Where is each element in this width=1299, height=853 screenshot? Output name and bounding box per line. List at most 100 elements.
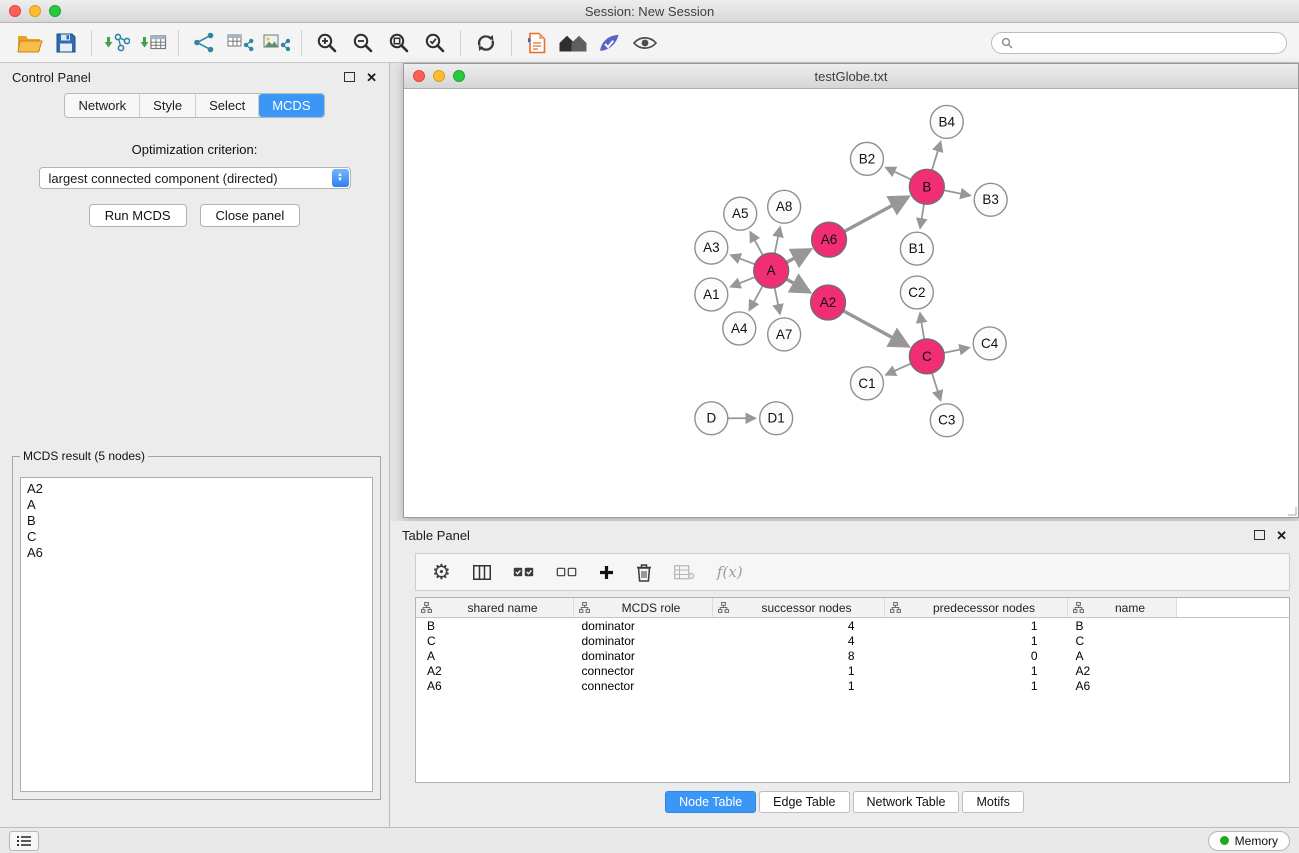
tab-edge-table[interactable]: Edge Table xyxy=(759,791,849,813)
mcds-result-item[interactable]: A2 xyxy=(27,481,366,497)
refresh-layout-button[interactable] xyxy=(468,27,504,59)
deselect-all-button[interactable] xyxy=(556,566,577,579)
optimization-criterion-select[interactable]: largest connected component (directed) ▲… xyxy=(39,167,351,189)
search-input[interactable] xyxy=(1018,35,1277,51)
search-box[interactable] xyxy=(991,32,1287,54)
mcds-result-item[interactable]: C xyxy=(27,529,366,545)
network-from-table-button[interactable] xyxy=(222,27,258,59)
network-graph: B4B2BB3A5A8A6B1A3AC2A1A2A4A7C4CC1C3DD1 xyxy=(404,89,1298,517)
node-table-row-A6[interactable]: A6connector11A6 xyxy=(416,678,1289,693)
graph-edge-A2-C[interactable] xyxy=(843,311,907,346)
mcds-result-item[interactable]: A6 xyxy=(27,545,366,561)
memory-label: Memory xyxy=(1235,834,1278,848)
import-table-icon xyxy=(140,32,167,53)
import-table-from-file-button[interactable] xyxy=(135,27,171,59)
graph-edge-A-A5[interactable] xyxy=(751,233,763,256)
task-history-button[interactable] xyxy=(9,831,39,851)
graph-edge-C-C1[interactable] xyxy=(887,364,911,375)
column-header-successor-nodes[interactable]: successor nodes xyxy=(713,598,885,618)
zoom-fit-button[interactable] xyxy=(381,27,417,59)
resize-handle[interactable] xyxy=(1287,506,1297,516)
delete-column-button[interactable] xyxy=(636,563,652,582)
graph-edge-B-B4[interactable] xyxy=(932,142,941,170)
show-hide-details-button[interactable] xyxy=(627,27,663,59)
import-file-button[interactable] xyxy=(519,27,555,59)
network-canvas[interactable]: B4B2BB3A5A8A6B1A3AC2A1A2A4A7C4CC1C3DD1 xyxy=(404,89,1298,517)
graph-edge-A-A1[interactable] xyxy=(731,277,755,286)
import-network-from-file-button[interactable] xyxy=(99,27,135,59)
new-network-button[interactable] xyxy=(186,27,222,59)
table-tabs: Node TableEdge TableNetwork TableMotifs xyxy=(390,791,1299,813)
network-window-controls xyxy=(413,70,465,82)
node-table-row-A2[interactable]: A2connector11A2 xyxy=(416,663,1289,678)
export-image-button[interactable] xyxy=(258,27,294,59)
column-header-predecessor-nodes[interactable]: predecessor nodes xyxy=(885,598,1068,618)
create-column-button[interactable] xyxy=(599,565,614,580)
graph-edge-A-A6[interactable] xyxy=(787,250,810,262)
select-all-button[interactable] xyxy=(513,566,534,579)
graph-edge-C-C3[interactable] xyxy=(932,373,940,400)
column-chooser-button[interactable] xyxy=(473,565,491,580)
open-session-button[interactable] xyxy=(12,27,48,59)
graph-edge-B-B3[interactable] xyxy=(944,190,970,195)
close-panel-button[interactable]: Close panel xyxy=(200,204,301,227)
table-settings-button[interactable]: ⚙ xyxy=(432,562,451,583)
tab-network-table[interactable]: Network Table xyxy=(853,791,960,813)
maximize-window-button[interactable] xyxy=(49,5,61,17)
delete-table-button[interactable] xyxy=(674,565,695,580)
tab-network[interactable]: Network xyxy=(65,94,140,117)
graph-edge-A6-B[interactable] xyxy=(844,197,907,231)
minimize-window-button[interactable] xyxy=(29,5,41,17)
tab-motifs[interactable]: Motifs xyxy=(962,791,1023,813)
float-table-panel-icon[interactable] xyxy=(1254,530,1265,540)
graph-node-label-C4: C4 xyxy=(981,336,999,351)
gear-icon: ⚙ xyxy=(432,562,451,583)
graph-edge-A-A2[interactable] xyxy=(786,279,808,291)
float-panel-icon[interactable] xyxy=(344,72,355,82)
mcds-result-item[interactable]: A xyxy=(27,497,366,513)
memory-button[interactable]: Memory xyxy=(1208,831,1290,851)
zoom-selected-button[interactable] xyxy=(417,27,453,59)
graph-edge-B-B1[interactable] xyxy=(920,204,924,227)
graph-edge-B-B2[interactable] xyxy=(886,168,911,179)
tab-select[interactable]: Select xyxy=(196,94,259,117)
memory-status-icon xyxy=(1220,836,1229,845)
mcds-result-item[interactable]: B xyxy=(27,513,366,529)
column-header-shared-name[interactable]: shared name xyxy=(416,598,574,618)
graph-node-label-C1: C1 xyxy=(858,376,875,391)
node-table-row-B[interactable]: Bdominator41B xyxy=(416,618,1289,634)
tab-node-table[interactable]: Node Table xyxy=(665,791,756,813)
graph-node-label-B1: B1 xyxy=(909,241,925,256)
run-mcds-button[interactable]: Run MCDS xyxy=(89,204,187,227)
function-builder-button[interactable]: f(x) xyxy=(717,563,743,581)
column-header-MCDS-role[interactable]: MCDS role xyxy=(574,598,713,618)
mcds-result-list: A2ABCA6 xyxy=(20,477,373,792)
tab-mcds[interactable]: MCDS xyxy=(259,94,323,117)
save-session-button[interactable] xyxy=(48,27,84,59)
node-table-row-C[interactable]: Cdominator41C xyxy=(416,633,1289,648)
tab-style[interactable]: Style xyxy=(140,94,196,117)
close-view-button[interactable] xyxy=(413,70,425,82)
graph-node-label-A: A xyxy=(767,263,776,278)
close-panel-icon[interactable]: ✕ xyxy=(366,71,377,84)
style-check-button[interactable] xyxy=(591,27,627,59)
graph-edge-C-C2[interactable] xyxy=(920,314,924,339)
graph-node-label-A6: A6 xyxy=(821,232,837,247)
column-header-name[interactable]: name xyxy=(1068,598,1177,618)
maximize-view-button[interactable] xyxy=(453,70,465,82)
control-panel-tabs: NetworkStyleSelectMCDS xyxy=(64,93,324,118)
zoom-out-button[interactable] xyxy=(345,27,381,59)
checked-boxes-icon xyxy=(513,566,534,579)
optimization-criterion-label: Optimization criterion: xyxy=(0,142,389,157)
graph-edge-A-A4[interactable] xyxy=(750,286,763,310)
home-button[interactable] xyxy=(555,27,591,59)
node-table-row-A[interactable]: Adominator80A xyxy=(416,648,1289,663)
minimize-view-button[interactable] xyxy=(433,70,445,82)
graph-edge-A-A3[interactable] xyxy=(731,255,755,264)
zoom-in-button[interactable] xyxy=(309,27,345,59)
graph-edge-A-A8[interactable] xyxy=(775,228,780,254)
close-table-panel-icon[interactable]: ✕ xyxy=(1276,529,1287,542)
close-window-button[interactable] xyxy=(9,5,21,17)
graph-edge-C-C4[interactable] xyxy=(944,348,969,353)
graph-edge-A-A7[interactable] xyxy=(775,288,780,314)
